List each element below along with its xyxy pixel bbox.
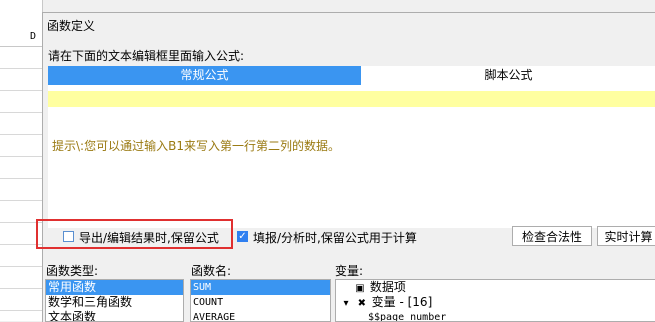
keep-formula-fill-label[interactable]: 填报/分析时,保留公式用于计算 [253, 229, 417, 246]
dataset-icon: ▣ [355, 283, 365, 294]
list-item[interactable]: 常用函数 [46, 280, 183, 295]
list-item[interactable]: 数学和三角函数 [46, 295, 183, 310]
variable-tree[interactable]: ▣ 数据项 ▾ ✖ 变量 - [16] $$page_number [335, 279, 655, 322]
current-line-highlight [48, 91, 655, 107]
sheet-row[interactable] [0, 91, 42, 113]
variable-icon: ✖ [357, 298, 367, 309]
check-validity-button[interactable]: 检查合法性 [512, 226, 592, 246]
tree-item-label: 数据项 [369, 280, 406, 294]
function-type-label: 函数类型: [46, 264, 99, 278]
editor-prompt: 请在下面的文本编辑框里面输入公式: [48, 49, 245, 63]
sheet-row[interactable] [0, 113, 42, 135]
list-item[interactable]: AVERAGE [191, 310, 330, 321]
column-header[interactable]: D [0, 30, 42, 47]
sheet-row[interactable] [0, 179, 42, 201]
tree-item-page-number[interactable]: $$page_number [336, 310, 655, 321]
list-item[interactable]: 文本函数 [46, 310, 183, 321]
sheet-row[interactable] [0, 47, 42, 69]
realtime-calc-button[interactable]: 实时计算 [597, 226, 655, 246]
sheet-row[interactable] [0, 289, 42, 311]
column-header-label: D [29, 31, 36, 42]
keep-formula-fill-checkbox[interactable]: ✓ [237, 231, 248, 242]
tree-item-dataset[interactable]: ▣ 数据项 [336, 280, 655, 295]
sheet-row[interactable] [0, 267, 42, 289]
function-type-list[interactable]: 常用函数 数学和三角函数 文本函数 [45, 279, 184, 322]
function-name-list[interactable]: SUM COUNT AVERAGE [190, 279, 331, 322]
variable-label: 变量: [335, 264, 364, 278]
list-item[interactable]: SUM [191, 280, 330, 295]
sheet-row[interactable] [0, 135, 42, 157]
tree-item-label: 变量 - [16] [371, 295, 433, 309]
sheet-row[interactable] [0, 69, 42, 91]
sheet-row[interactable] [0, 157, 42, 179]
keep-formula-export-label[interactable]: 导出/编辑结果时,保留公式 [79, 229, 219, 246]
function-definition-dialog: 函数定义 请在下面的文本编辑框里面输入公式: 常规公式 脚本公式 提示\:您可以… [36, 12, 655, 322]
list-item[interactable]: COUNT [191, 295, 330, 310]
editor-hint: 提示\:您可以通过输入B1来写入第一行第二列的数据。 [52, 139, 340, 153]
tab-script-formula[interactable]: 脚本公式 [361, 66, 655, 85]
function-name-label: 函数名: [191, 264, 232, 278]
spreadsheet-background: D [0, 0, 43, 321]
expand-icon[interactable]: ▾ [340, 296, 352, 311]
formula-editor[interactable]: 提示\:您可以通过输入B1来写入第一行第二列的数据。 [48, 85, 655, 228]
tree-item-variables[interactable]: ▾ ✖ 变量 - [16] [336, 295, 655, 310]
tab-regular-formula[interactable]: 常规公式 [48, 66, 361, 85]
keep-formula-export-checkbox[interactable] [63, 231, 74, 242]
dialog-title: 函数定义 [47, 19, 96, 33]
